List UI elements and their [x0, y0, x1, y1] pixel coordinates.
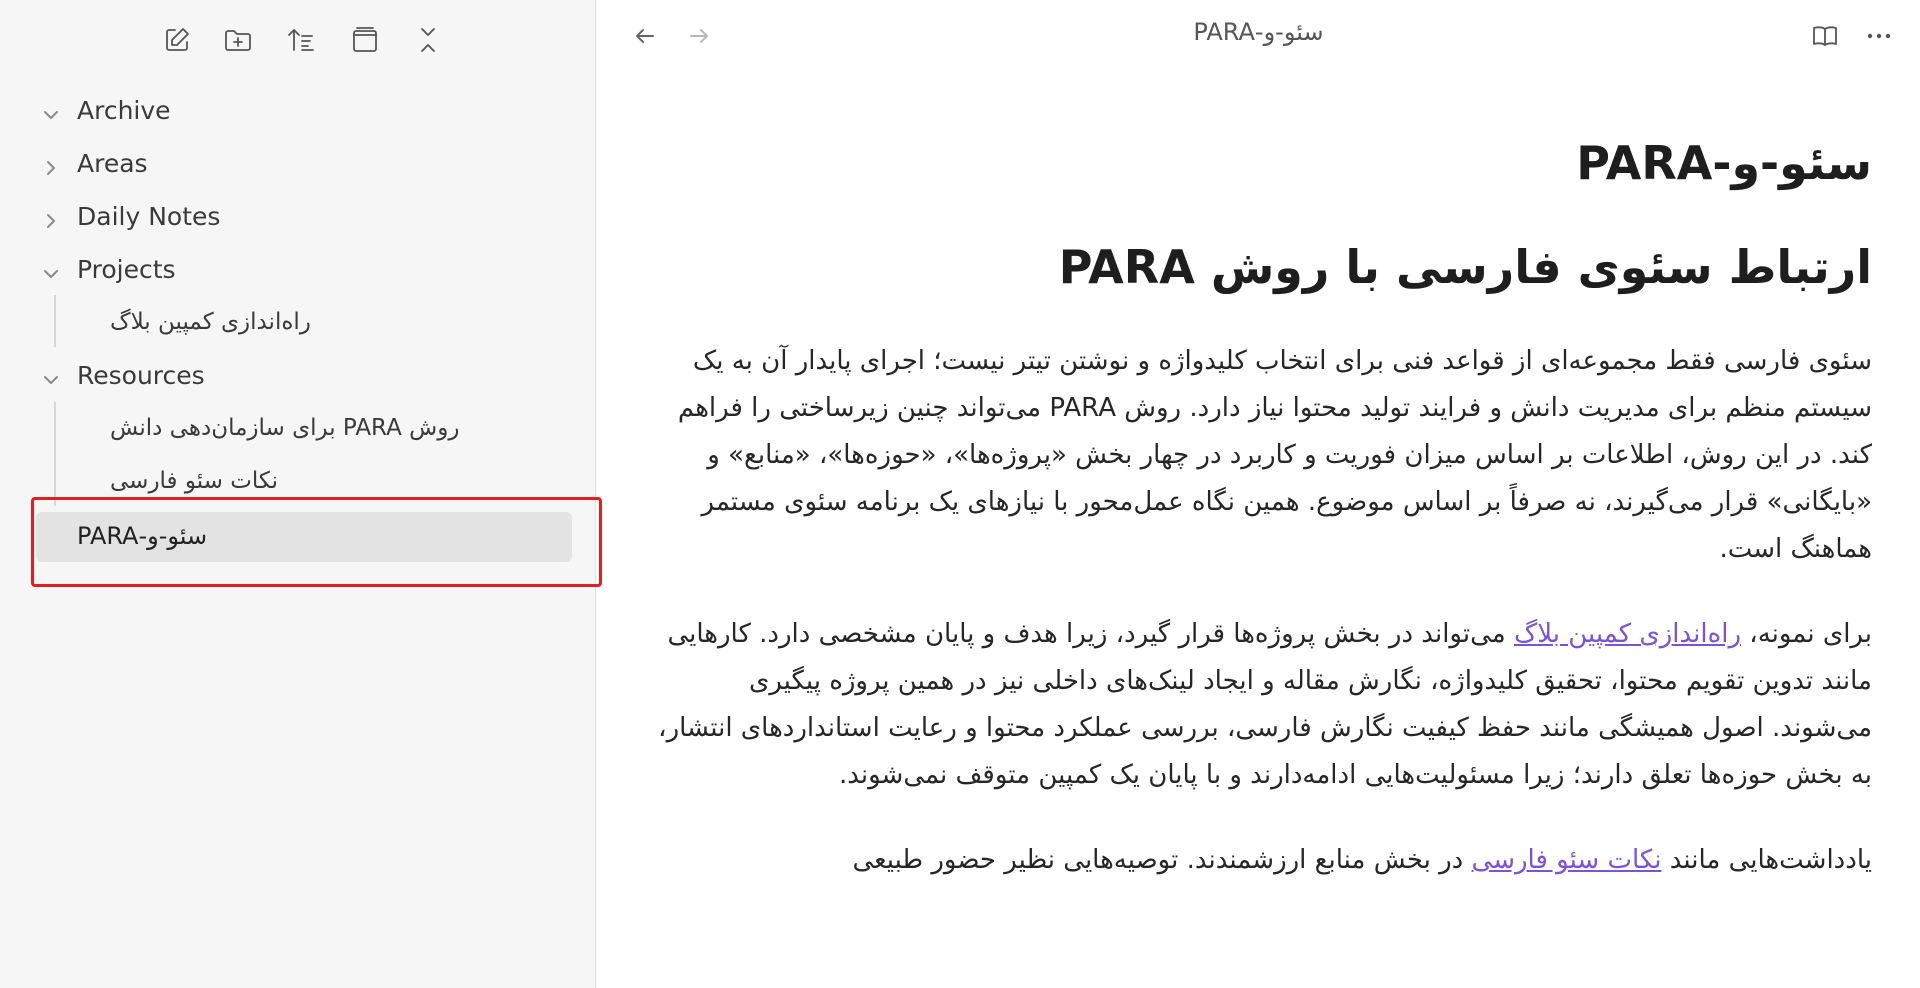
folder-label: Areas — [77, 149, 148, 178]
folder-resources[interactable]: Resources — [0, 355, 596, 399]
file-label: نکات سئو فارسی — [110, 468, 279, 494]
paragraph-3: یادداشت‌هایی مانند نکات سئو فارسی در بخش… — [642, 837, 1872, 884]
internal-link-seo-tips[interactable]: نکات سئو فارسی — [1472, 845, 1662, 875]
sidebar-toolbar — [0, 20, 596, 60]
new-folder-icon — [225, 30, 251, 51]
chevron-down-icon — [41, 367, 61, 387]
collapse-all-button[interactable] — [408, 20, 448, 60]
collapse-all-icon — [421, 28, 435, 52]
internal-link-campaign[interactable]: راه‌اندازی کمپین بلاگ — [1514, 619, 1741, 649]
folder-areas[interactable]: Areas — [0, 143, 596, 187]
file-label: روش PARA برای سازمان‌دهی دانش — [110, 415, 460, 441]
folder-label: Daily Notes — [77, 202, 221, 231]
file-label: راه‌اندازی کمپین بلاگ — [110, 309, 311, 335]
folder-label: Resources — [77, 361, 205, 390]
chevron-down-icon — [41, 102, 61, 122]
selection-highlight-box — [31, 497, 602, 587]
editor-pane: سئو-و-PARA سئو-و-PARA ارتباط سئوی فارسی … — [597, 0, 1920, 988]
paragraph-text: یادداشت‌هایی مانند — [1661, 845, 1872, 875]
reading-view-button[interactable] — [1807, 18, 1843, 54]
file-explorer-sidebar: Archive Areas Daily Notes Projects راه‌ا… — [0, 0, 602, 988]
folder-archive[interactable]: Archive — [0, 90, 596, 134]
sort-button[interactable] — [281, 20, 321, 60]
paragraph-2: برای نمونه، راه‌اندازی کمپین بلاگ می‌توا… — [642, 611, 1872, 799]
collapse-view-button[interactable] — [345, 20, 385, 60]
sort-icon — [288, 29, 314, 51]
section-heading: ارتباط سئوی فارسی با روش PARA — [1058, 240, 1872, 294]
paragraph-1: سئوی فارسی فقط مجموعه‌ای از قواعد فنی بر… — [677, 346, 1872, 564]
note-content: سئو-و-PARA ارتباط سئوی فارسی با روش PARA… — [642, 130, 1872, 884]
chevron-right-icon — [41, 208, 61, 228]
collapse-view-icon — [353, 27, 377, 52]
new-note-button[interactable] — [157, 20, 197, 60]
folder-daily-notes[interactable]: Daily Notes — [0, 196, 596, 240]
more-options-icon — [1867, 33, 1891, 39]
file-resource-para[interactable]: روش PARA برای سازمان‌دهی دانش — [0, 408, 596, 452]
folder-label: Projects — [77, 255, 176, 284]
file-project-campaign[interactable]: راه‌اندازی کمپین بلاگ — [0, 302, 596, 346]
note-title: سئو-و-PARA — [1576, 136, 1872, 190]
book-open-icon — [1813, 26, 1837, 46]
new-note-icon — [166, 28, 189, 51]
chevron-down-icon — [41, 261, 61, 281]
more-options-button[interactable] — [1861, 18, 1897, 54]
folder-projects[interactable]: Projects — [0, 249, 596, 293]
chevron-right-icon — [41, 155, 61, 175]
folder-label: Archive — [77, 96, 171, 125]
note-tab-title: سئو-و-PARA — [1193, 18, 1324, 46]
paragraph-text: برای نمونه، — [1741, 619, 1872, 649]
new-folder-button[interactable] — [218, 20, 258, 60]
paragraph-text: در بخش منابع ارزشمندند. توصیه‌هایی نظیر … — [852, 845, 1472, 875]
